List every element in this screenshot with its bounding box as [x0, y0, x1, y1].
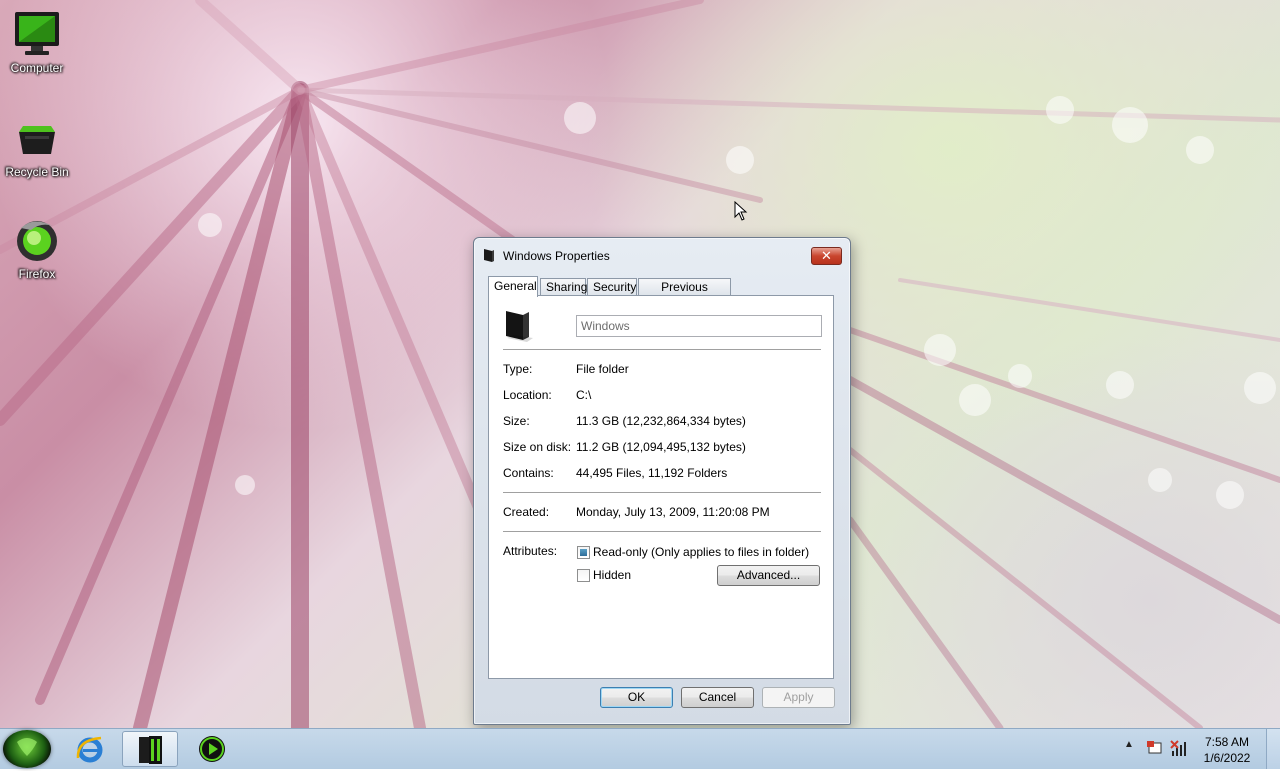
contains-value: 44,495 Files, 11,192 Folders: [576, 466, 728, 480]
tab-security[interactable]: Security: [587, 278, 637, 296]
internet-explorer-icon: [76, 736, 103, 763]
desktop-icon-firefox[interactable]: Firefox: [0, 216, 74, 281]
desktop-icon-label: Computer: [10, 61, 64, 75]
dialog-titlebar[interactable]: Windows Properties ✕: [474, 238, 850, 272]
dialog-title: Windows Properties: [503, 249, 610, 263]
location-value: C:\: [576, 388, 592, 402]
clock-date: 1/6/2022: [1203, 751, 1251, 765]
size-label: Size:: [503, 414, 530, 428]
location-label: Location:: [503, 388, 552, 402]
ok-button[interactable]: OK: [600, 687, 673, 708]
computer-icon: [13, 10, 61, 58]
created-label: Created:: [503, 505, 550, 519]
cancel-button[interactable]: Cancel: [681, 687, 754, 708]
firefox-icon: [13, 216, 61, 264]
tab-previous-versions[interactable]: Previous Versions: [638, 278, 731, 311]
start-button[interactable]: [3, 730, 51, 768]
type-value: File folder: [576, 362, 629, 376]
type-label: Type:: [503, 362, 533, 376]
mouse-cursor-icon: [734, 201, 748, 221]
apply-button[interactable]: Apply: [762, 687, 835, 708]
taskbar-windows-explorer[interactable]: [122, 731, 178, 767]
network-icon[interactable]: [1170, 739, 1188, 757]
separator: [503, 492, 821, 493]
desktop-icon-label: Recycle Bin: [5, 165, 69, 179]
clock-time: 7:58 AM: [1204, 735, 1250, 749]
hidden-label[interactable]: Hidden: [593, 568, 631, 582]
attributes-label: Attributes:: [503, 544, 558, 558]
separator: [503, 531, 821, 532]
desktop-icon-label: Firefox: [18, 267, 56, 281]
close-button[interactable]: ✕: [811, 247, 842, 265]
properties-dialog: Windows Properties ✕ General Sharing Sec…: [473, 237, 851, 725]
taskbar-internet-explorer[interactable]: [62, 731, 118, 767]
recycle-bin-icon: [13, 114, 61, 162]
start-orb-icon: [17, 738, 37, 756]
desktop-icon-recycle-bin[interactable]: Recycle Bin: [0, 114, 74, 179]
desktop-icon-computer[interactable]: Computer: [0, 10, 74, 75]
created-value: Monday, July 13, 2009, 11:20:08 PM: [576, 505, 770, 519]
separator: [503, 349, 821, 350]
hidden-checkbox[interactable]: [577, 569, 590, 582]
readonly-checkbox[interactable]: [577, 546, 590, 559]
size-on-disk-value: 11.2 GB (12,094,495,132 bytes): [576, 440, 746, 454]
folder-name-input[interactable]: [576, 315, 822, 337]
tray-overflow-chevron[interactable]: ▲: [1124, 739, 1134, 750]
system-clock[interactable]: 7:58 AM 1/6/2022: [1196, 734, 1258, 766]
general-tab-panel: Type: File folder Location: C:\ Size: 11…: [488, 295, 834, 679]
media-player-icon: [199, 736, 225, 762]
contains-label: Contains:: [503, 466, 554, 480]
action-center-icon[interactable]: [1146, 739, 1164, 757]
readonly-label[interactable]: Read-only (Only applies to files in fold…: [593, 545, 809, 559]
taskbar-media-player[interactable]: [184, 731, 240, 767]
taskbar: ▲ 7:58 AM 1/6/2022: [0, 728, 1280, 769]
tab-sharing[interactable]: Sharing: [540, 278, 587, 296]
folder-large-icon: [506, 311, 533, 342]
size-on-disk-label: Size on disk:: [503, 440, 572, 454]
windows-explorer-icon: [139, 736, 162, 764]
tab-general[interactable]: General: [488, 276, 538, 297]
folder-icon: [484, 249, 494, 262]
show-desktop-button[interactable]: [1266, 729, 1280, 769]
size-value: 11.3 GB (12,232,864,334 bytes): [576, 414, 746, 428]
advanced-button[interactable]: Advanced...: [717, 565, 820, 586]
